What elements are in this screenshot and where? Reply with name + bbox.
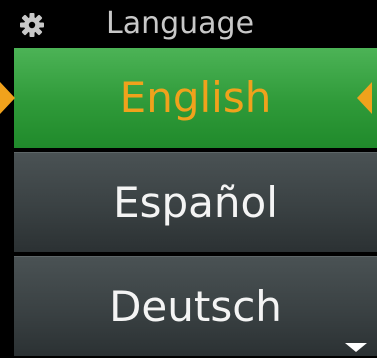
scroll-down-icon[interactable]	[345, 343, 367, 352]
right-arrow-icon[interactable]	[357, 82, 372, 114]
language-option-espanol[interactable]: Español	[14, 152, 377, 252]
gear-icon	[20, 13, 44, 37]
language-option-label: Deutsch	[109, 281, 282, 331]
language-list: English Español Deutsch	[14, 48, 377, 358]
language-option-label: Español	[113, 177, 278, 227]
language-option-label: English	[119, 73, 272, 122]
language-settings-screen: Language English Español Deutsch	[0, 0, 377, 358]
left-arrow-icon[interactable]	[0, 82, 15, 114]
page-title: Language	[106, 6, 255, 41]
language-option-deutsch[interactable]: Deutsch	[14, 256, 377, 356]
header-bar: Language	[0, 0, 377, 48]
language-option-english[interactable]: English	[14, 48, 377, 148]
